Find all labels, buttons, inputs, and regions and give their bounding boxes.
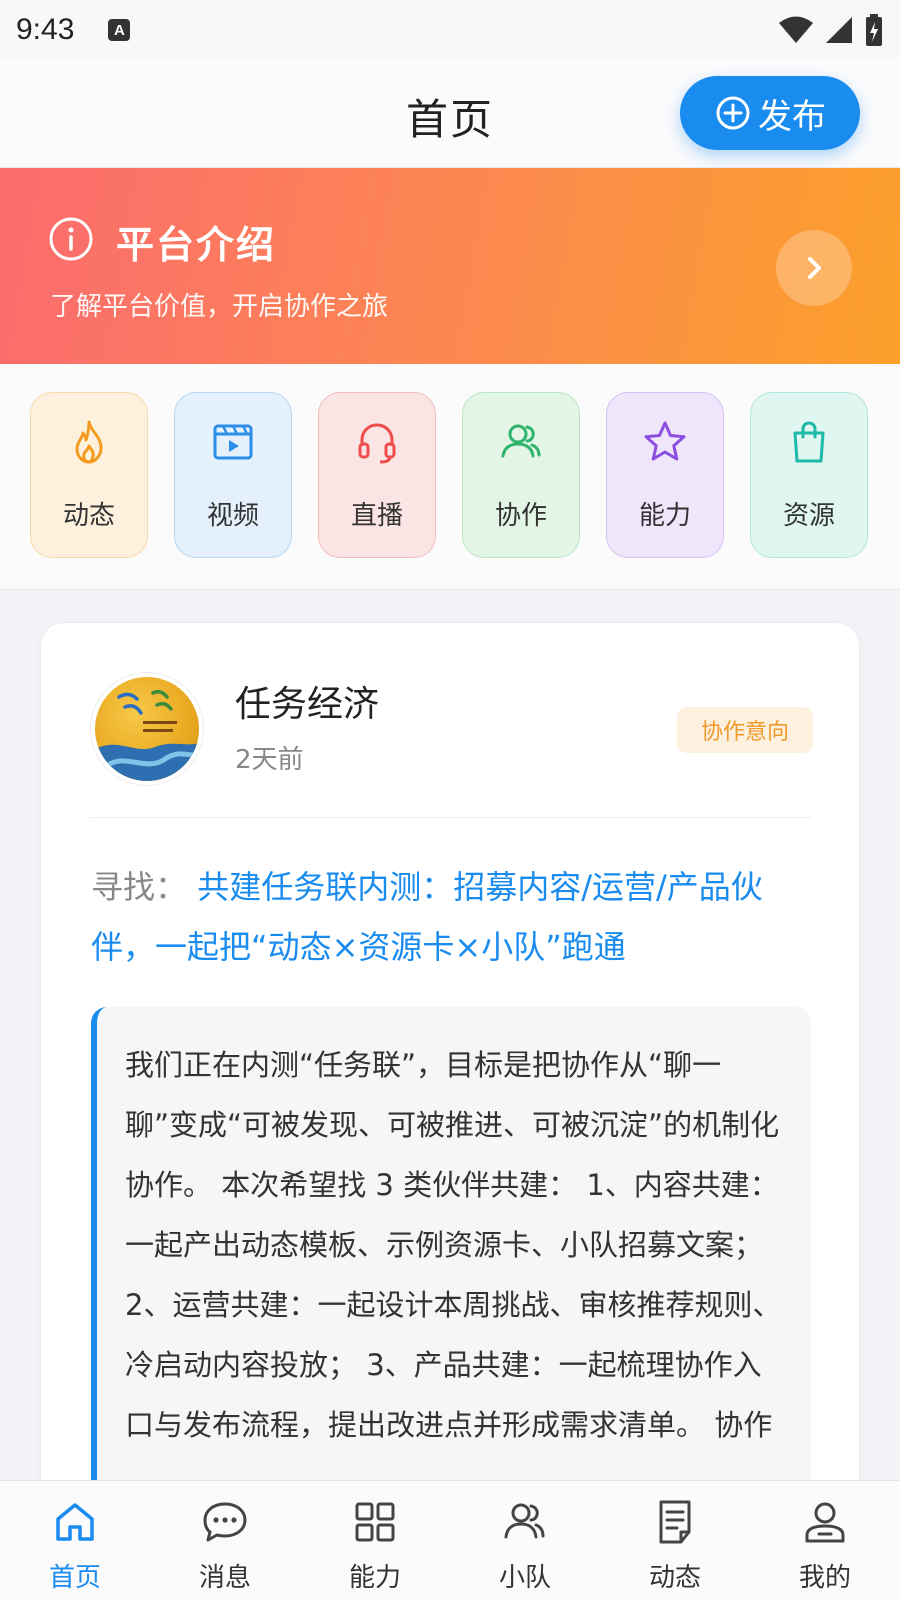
star-icon xyxy=(644,421,686,461)
nav-profile[interactable]: 我的 xyxy=(750,1481,900,1600)
author-avatar[interactable] xyxy=(91,673,203,785)
nav-dynamic[interactable]: 动态 xyxy=(600,1481,750,1600)
team-icon xyxy=(504,1503,545,1539)
chevron-right-icon xyxy=(808,257,821,279)
platform-intro-banner[interactable]: 平台介绍 了解平台价值，开启协作之旅 xyxy=(0,168,900,364)
banner-subtitle: 了解平台价值，开启协作之旅 xyxy=(50,292,389,322)
quick-entry-label: 直播 xyxy=(350,501,403,531)
quick-entry-dynamic[interactable]: 动态 xyxy=(30,392,148,558)
nav-ability[interactable]: 能力 xyxy=(300,1481,450,1600)
publish-button[interactable]: 发布 xyxy=(680,76,860,150)
author-name[interactable]: 任务经济 xyxy=(235,675,379,727)
quick-entry-label: 资源 xyxy=(782,501,835,531)
profile-icon xyxy=(805,1502,845,1543)
document-icon xyxy=(659,1500,691,1544)
quick-entry-collab[interactable]: 协作 xyxy=(462,392,580,558)
quick-entry-label: 协作 xyxy=(494,501,547,531)
plus-circle-icon xyxy=(716,96,750,130)
banner-arrow-button[interactable] xyxy=(776,230,852,306)
nav-label: 消息 xyxy=(198,1563,251,1593)
quick-entry-live[interactable]: 直播 xyxy=(318,392,436,558)
post-body-text: 我们正在内测“任务联”，目标是把协作从“聊一聊”变成“可被发现、可被推进、可被沉… xyxy=(125,1048,782,1442)
bag-icon xyxy=(793,421,825,463)
wifi-icon xyxy=(779,16,813,43)
grid-icon xyxy=(355,1502,395,1542)
post-card[interactable]: 任务经济 2天前 协作意向 寻找： 共建任务联内测：招募内容/运营/产品伙伴，一… xyxy=(40,622,860,1582)
nav-home[interactable]: 首页 xyxy=(0,1481,150,1600)
top-header: 首页 发布 xyxy=(0,60,900,168)
quick-entry-label: 动态 xyxy=(62,501,115,531)
post-heading: 寻找： 共建任务联内测：招募内容/运营/产品伙伴，一起把“动态×资源卡×小队”跑… xyxy=(91,857,811,977)
users-icon xyxy=(501,424,541,458)
nav-label: 我的 xyxy=(798,1563,851,1593)
publish-button-label: 发布 xyxy=(758,96,826,137)
status-bar: 9:43 A xyxy=(0,0,900,60)
quick-entry-ability[interactable]: 能力 xyxy=(606,392,724,558)
nav-label: 动态 xyxy=(648,1563,701,1593)
home-icon xyxy=(56,1503,94,1541)
nav-team[interactable]: 小队 xyxy=(450,1481,600,1600)
status-time: 9:43 xyxy=(16,13,75,46)
avatar-artwork xyxy=(95,689,199,781)
battery-icon xyxy=(866,14,882,46)
quick-entry-row: 动态 视频 直播 协作 能力 资源 xyxy=(0,364,900,590)
intent-badge: 协作意向 xyxy=(677,707,813,753)
nav-label: 首页 xyxy=(48,1563,101,1593)
quick-entry-label: 能力 xyxy=(638,501,691,531)
quick-entry-resource[interactable]: 资源 xyxy=(750,392,868,558)
card-divider xyxy=(89,817,811,818)
nav-label: 小队 xyxy=(498,1563,551,1593)
headphones-icon xyxy=(358,423,396,464)
status-indicators xyxy=(778,13,884,47)
quick-entry-label: 视频 xyxy=(206,501,259,531)
quick-entry-video[interactable]: 视频 xyxy=(174,392,292,558)
heading-prefix: 寻找： xyxy=(91,868,188,906)
info-icon xyxy=(49,217,93,261)
post-title-link[interactable]: 共建任务联内测：招募内容/运营/产品伙伴，一起把“动态×资源卡×小队”跑通 xyxy=(91,868,763,966)
bottom-nav: 首页 消息 能力 小队 动态 我的 xyxy=(0,1480,900,1600)
video-icon xyxy=(213,424,253,460)
flame-icon xyxy=(75,420,103,464)
post-time: 2天前 xyxy=(235,745,304,775)
notification-icon: A xyxy=(108,19,131,41)
nav-messages[interactable]: 消息 xyxy=(150,1481,300,1600)
signal-icon xyxy=(826,17,852,43)
nav-label: 能力 xyxy=(348,1563,401,1593)
chat-icon xyxy=(203,1502,247,1542)
banner-title: 平台介绍 xyxy=(116,223,277,267)
